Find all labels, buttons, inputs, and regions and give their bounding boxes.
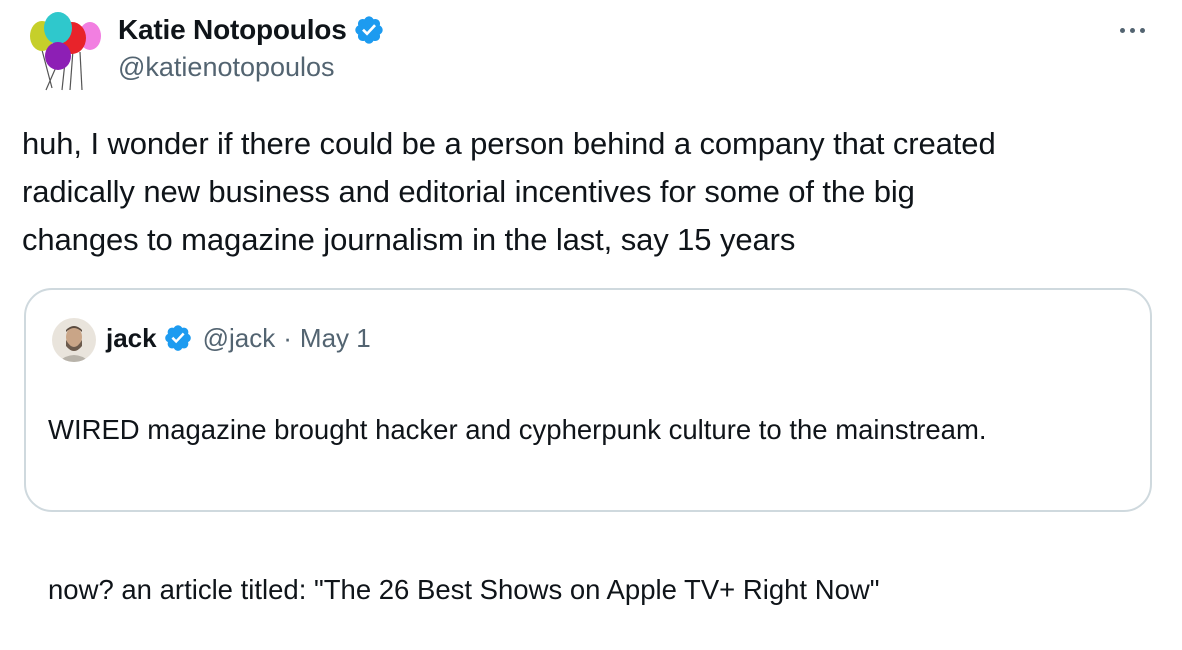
more-dots-icon[interactable] <box>1112 14 1152 46</box>
verified-badge-icon[interactable] <box>163 323 193 353</box>
jack-avatar-icon <box>52 318 96 362</box>
verified-badge-icon[interactable] <box>353 14 385 46</box>
quoted-display-name[interactable]: jack <box>106 323 157 354</box>
quoted-date[interactable]: May 1 <box>300 323 371 354</box>
quoted-header: jack @jack · May 1 <box>106 320 371 356</box>
tweet-text-line: huh, I wonder if there could be a person… <box>22 126 996 161</box>
separator-dot: · <box>283 322 292 353</box>
author-handle[interactable]: @katienotopoulos <box>118 52 335 83</box>
author-avatar[interactable] <box>22 10 104 92</box>
quoted-tweet-card[interactable]: jack @jack · May 1 WIRED magazine brough… <box>24 288 1152 605</box>
tweet-text-line: radically new business and editorial inc… <box>22 174 915 209</box>
balloons-avatar-icon <box>30 12 101 91</box>
quoted-text: WIRED magazine brought hacker and cypher… <box>48 370 1138 650</box>
quoted-text-line: now? an article titled: "The 26 Best Sho… <box>48 574 880 605</box>
quoted-author-avatar[interactable] <box>52 318 96 362</box>
quoted-text-line: WIRED magazine brought hacker and cypher… <box>48 414 987 445</box>
quoted-handle[interactable]: @jack <box>203 323 276 354</box>
author-name-row: Katie Notopoulos <box>118 12 385 48</box>
author-display-name[interactable]: Katie Notopoulos <box>118 14 347 46</box>
tweet-text-line: changes to magazine journalism in the la… <box>22 222 796 257</box>
tweet-text: huh, I wonder if there could be a person… <box>22 120 1162 264</box>
